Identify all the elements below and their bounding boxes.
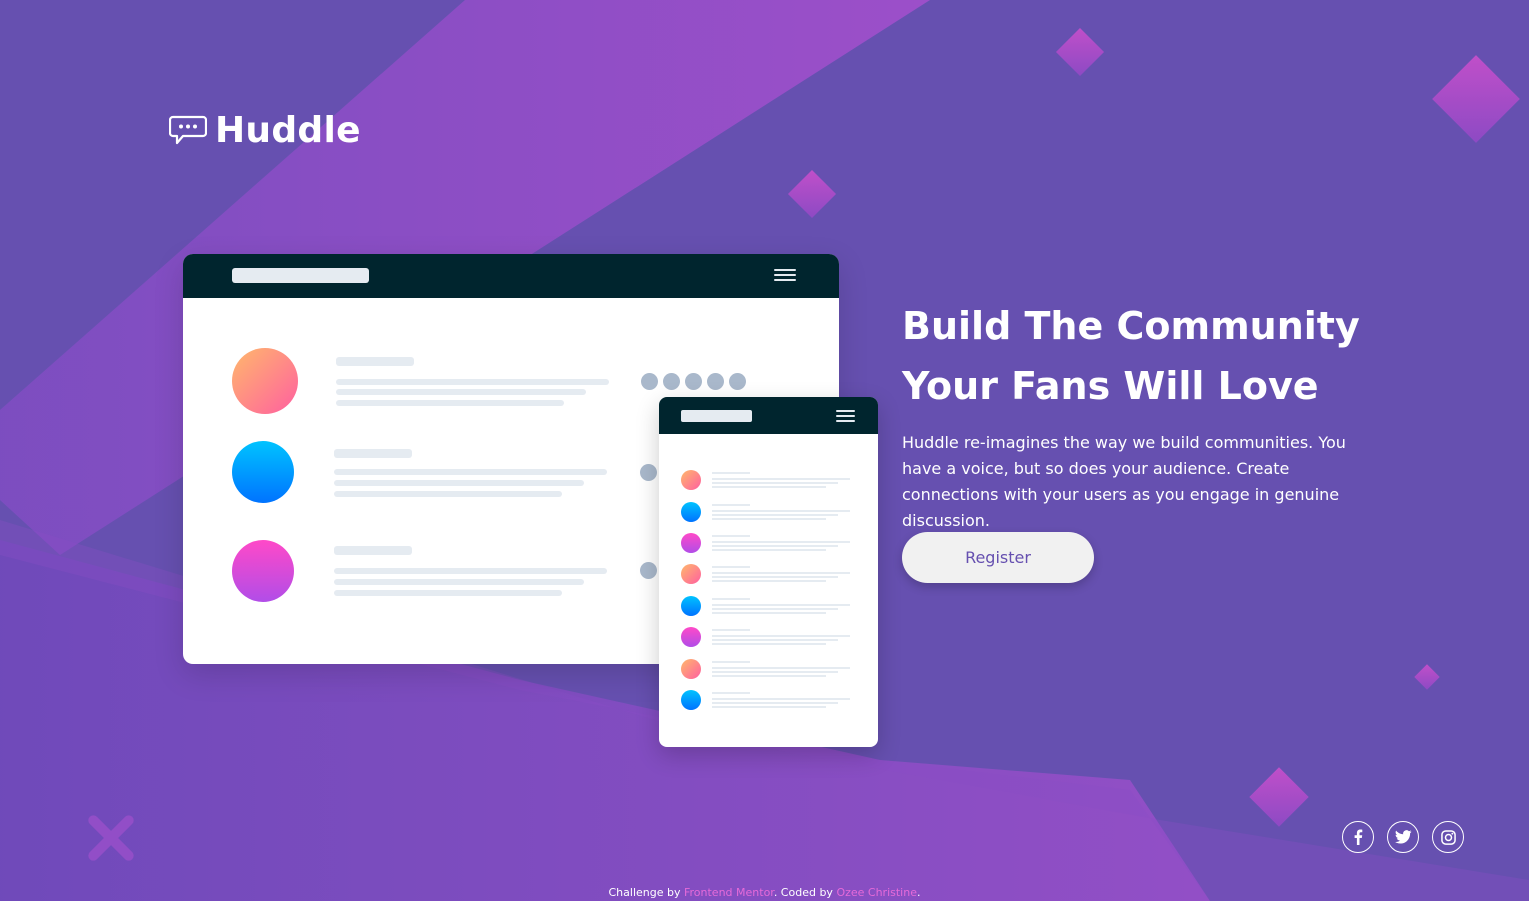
twitter-icon[interactable] <box>1387 821 1419 853</box>
mockup-dot-row <box>641 373 751 390</box>
phone-row <box>681 627 851 647</box>
mockup-header-bar <box>183 254 839 298</box>
hamburger-icon <box>836 410 855 424</box>
facebook-icon[interactable] <box>1342 821 1374 853</box>
avatar <box>232 540 294 602</box>
attribution-suffix: . <box>916 886 921 899</box>
phone-header-bar <box>659 397 878 434</box>
mockup-dot <box>640 464 657 481</box>
mobile-mockup-illustration <box>659 397 878 747</box>
hero-headline: Build The Community Your Fans Will Love <box>902 304 1360 408</box>
phone-row <box>681 470 851 490</box>
register-button[interactable]: Register <box>902 532 1094 583</box>
phone-row <box>681 690 851 710</box>
author-link[interactable]: Ozee Christine <box>836 886 917 899</box>
phone-row <box>681 564 851 584</box>
mockup-dot <box>640 562 657 579</box>
attribution-middle: . Coded by <box>773 886 837 899</box>
brand-logo[interactable]: Huddle <box>169 110 361 151</box>
avatar <box>232 441 294 503</box>
hamburger-icon <box>774 269 796 283</box>
phone-row <box>681 533 851 553</box>
mockup-title-placeholder <box>232 268 369 283</box>
phone-row <box>681 502 851 522</box>
instagram-icon[interactable] <box>1432 821 1464 853</box>
hero-description: Huddle re-imagines the way we build comm… <box>902 433 1346 530</box>
attribution: Challenge by Frontend Mentor. Coded by O… <box>0 886 1529 899</box>
attribution-prefix: Challenge by <box>608 886 684 899</box>
brand-name: Huddle <box>215 110 361 151</box>
social-links <box>1342 821 1477 853</box>
chat-bubble-icon <box>169 115 207 144</box>
phone-title-placeholder <box>681 410 752 422</box>
frontend-mentor-link[interactable]: Frontend Mentor <box>684 886 774 899</box>
phone-row <box>681 659 851 679</box>
avatar <box>232 348 298 414</box>
phone-row <box>681 596 851 616</box>
